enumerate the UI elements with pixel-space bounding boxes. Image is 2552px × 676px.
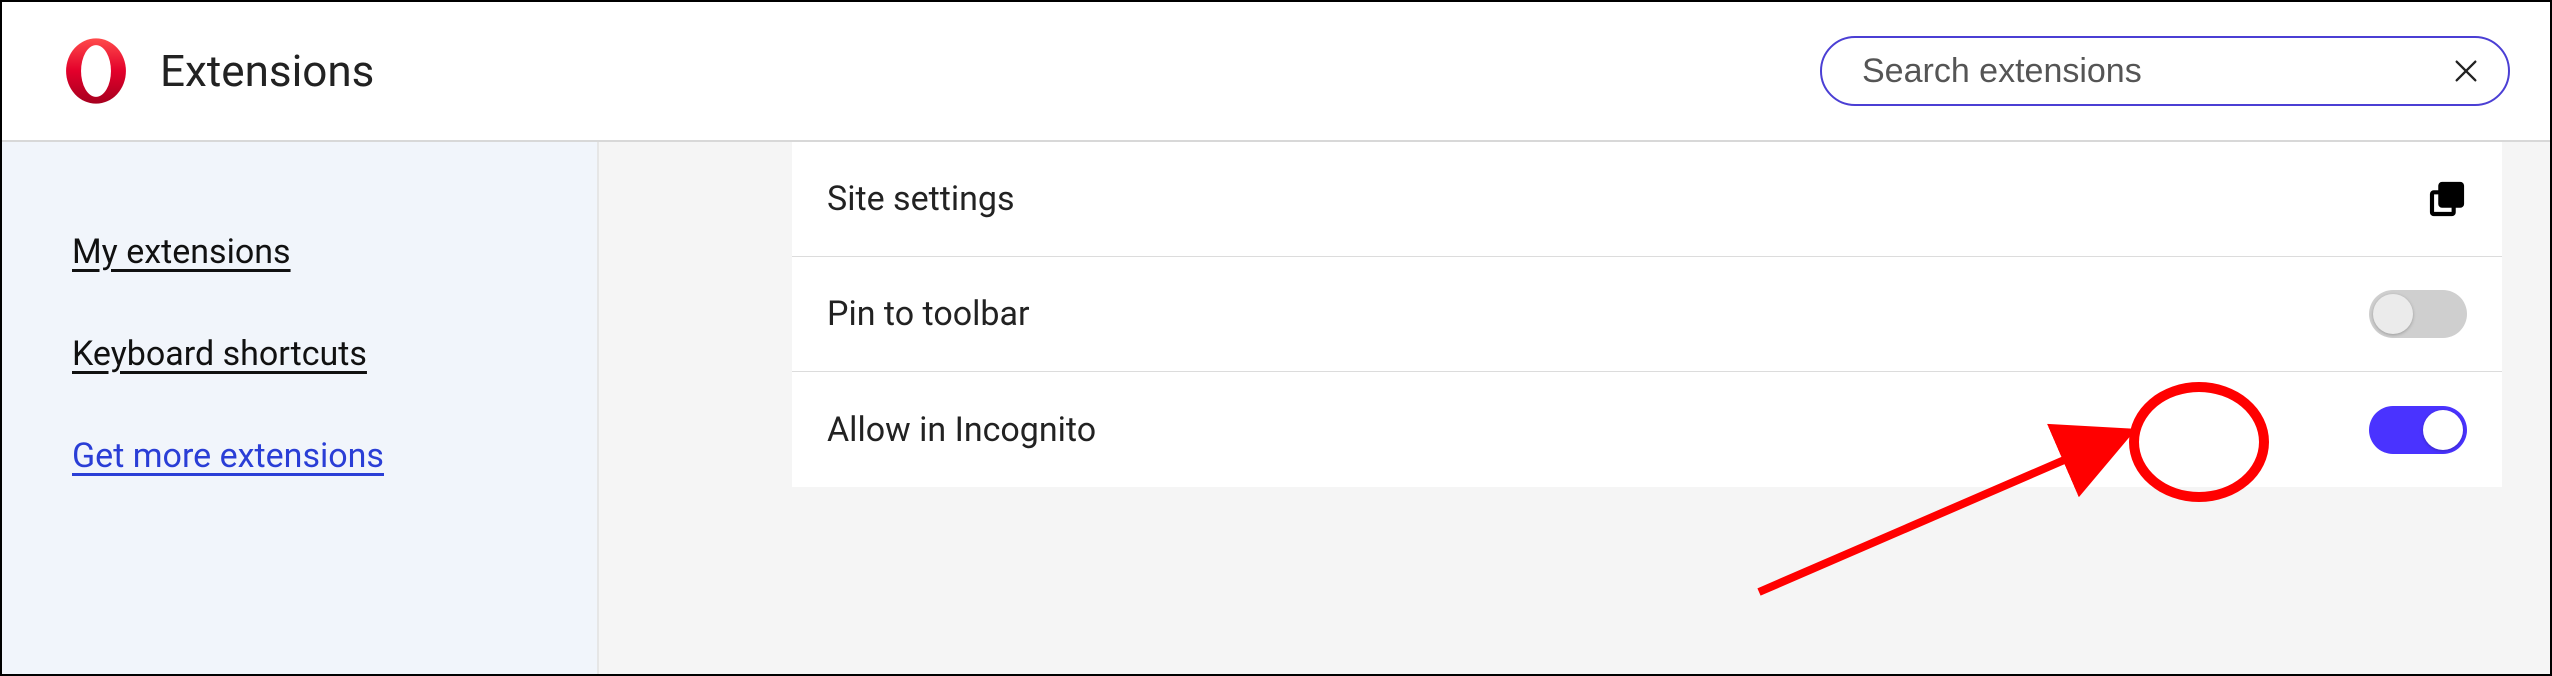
sidebar-item-get-more-extensions[interactable]: Get more extensions	[72, 436, 384, 476]
toggle-knob	[2373, 294, 2413, 334]
toggle-pin-to-toolbar[interactable]	[2369, 290, 2467, 338]
sidebar-item-my-extensions[interactable]: My extensions	[72, 232, 291, 272]
settings-panel: Site settings Pin to toolbar Allow in In…	[792, 142, 2502, 487]
sidebar-item-keyboard-shortcuts[interactable]: Keyboard shortcuts	[72, 334, 367, 374]
search-input[interactable]	[1862, 52, 2452, 91]
opera-logo-icon	[62, 37, 130, 105]
external-link-icon	[2427, 179, 2467, 219]
row-label-site-settings: Site settings	[827, 179, 1015, 219]
page-title: Extensions	[160, 45, 374, 97]
logo-wrap: Extensions	[62, 37, 374, 105]
row-allow-incognito: Allow in Incognito	[792, 372, 2502, 487]
row-label-pin-to-toolbar: Pin to toolbar	[827, 294, 1030, 334]
clear-icon[interactable]	[2452, 57, 2480, 85]
header: Extensions	[2, 2, 2550, 142]
row-pin-to-toolbar: Pin to toolbar	[792, 257, 2502, 372]
row-site-settings[interactable]: Site settings	[792, 142, 2502, 257]
row-label-allow-incognito: Allow in Incognito	[827, 410, 1096, 450]
content: My extensions Keyboard shortcuts Get mor…	[2, 142, 2550, 674]
search-box[interactable]	[1820, 36, 2510, 106]
sidebar: My extensions Keyboard shortcuts Get mor…	[2, 142, 599, 674]
main-area: Site settings Pin to toolbar Allow in In…	[599, 142, 2550, 674]
toggle-allow-incognito[interactable]	[2369, 406, 2467, 454]
toggle-knob	[2423, 410, 2463, 450]
